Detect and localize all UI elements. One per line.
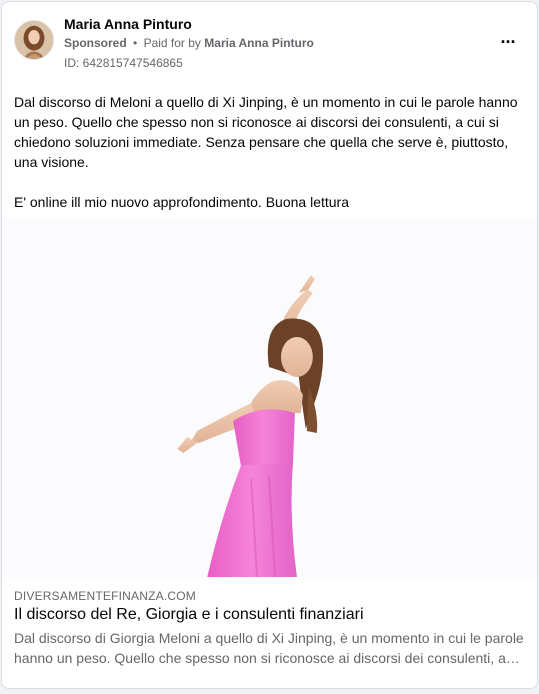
dancer-photo — [2, 217, 537, 577]
link-preview[interactable]: DIVERSAMENTEFINANZA.COM Il discorso del … — [2, 577, 537, 688]
link-title[interactable]: Il discorso del Re, Giorgia e i consulen… — [14, 606, 364, 624]
sponsored-label: Sponsored — [64, 36, 127, 50]
avatar-image — [15, 21, 53, 59]
avatar[interactable] — [14, 20, 54, 60]
post-paragraph: Dal discorso di Meloni a quello di Xi Ji… — [14, 94, 518, 170]
link-domain: DIVERSAMENTEFINANZA.COM — [14, 589, 196, 603]
paid-for-by-name[interactable]: Maria Anna Pinturo — [204, 36, 314, 50]
ad-id: ID: 642815747546865 — [64, 56, 183, 70]
ad-card: Maria Anna Pinturo Sponsored • Paid for … — [1, 1, 538, 689]
author-name[interactable]: Maria Anna Pinturo — [64, 16, 192, 32]
link-description: Dal discorso di Giorgia Meloni a quello … — [14, 630, 524, 666]
more-horizontal-icon: ··· — [500, 31, 517, 52]
more-options-button[interactable]: ··· — [496, 32, 520, 52]
post-image[interactable] — [2, 217, 537, 577]
post-text: Dal discorso di Meloni a quello di Xi Ji… — [14, 92, 528, 212]
post-paragraph: E' online ill mio nuovo approfondimento.… — [14, 194, 349, 210]
sponsored-line: Sponsored • Paid for by Maria Anna Pintu… — [64, 36, 314, 50]
separator-dot: • — [133, 36, 138, 50]
post-header: Maria Anna Pinturo Sponsored • Paid for … — [2, 2, 537, 77]
paid-for-by-label: Paid for by — [143, 36, 201, 50]
